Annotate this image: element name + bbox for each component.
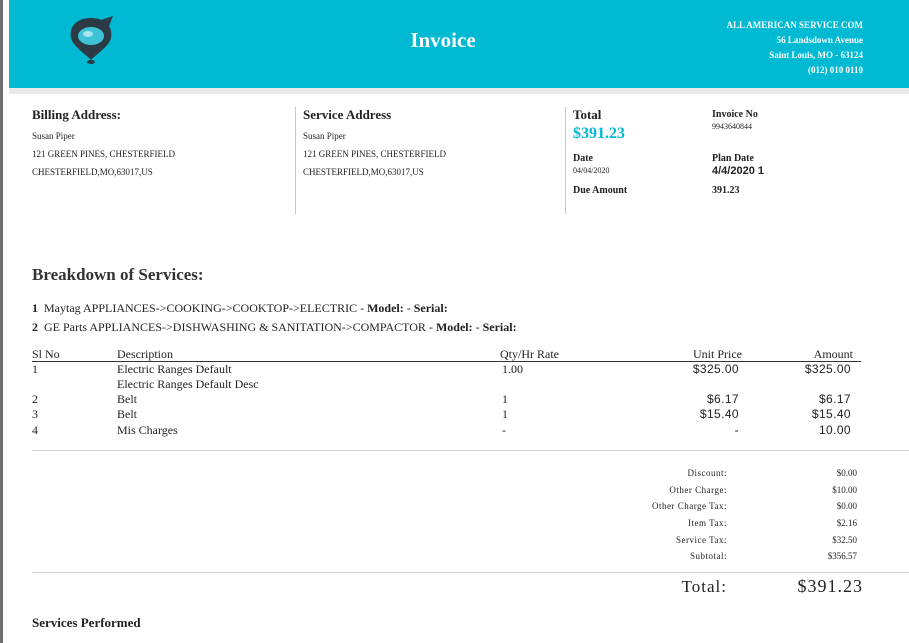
cell-sl-no: 2	[32, 392, 38, 406]
window-left-border	[0, 0, 3, 643]
grand-total-label: Total:	[681, 577, 727, 596]
other-charge-tax-value: $0.00	[836, 501, 857, 511]
total-amount: $391.23	[573, 125, 625, 142]
company-phone: (012) 010 0110	[808, 65, 863, 75]
serial-label: Serial:	[482, 320, 517, 334]
cell-unit-price: $325.00	[692, 362, 739, 376]
date-value: 04/04/2020	[573, 166, 610, 175]
column-divider	[295, 107, 296, 214]
col-header-sl-no: Sl No	[32, 347, 60, 361]
billing-address-label: Billing Address:	[32, 107, 121, 122]
table-bottom-rule	[32, 450, 909, 451]
cell-unit-price: $15.40	[699, 407, 739, 421]
company-name: ALL AMERICAN SERVICE COM	[726, 20, 863, 30]
cell-description: Mis Charges	[117, 423, 178, 437]
col-header-amount: Amount	[813, 347, 853, 361]
col-header-description: Description	[117, 347, 173, 361]
cell-qty: -	[502, 423, 506, 437]
invoice-no-label: Invoice No	[712, 109, 758, 120]
total-label: Total	[573, 107, 602, 122]
cell-sl-no: 4	[32, 423, 38, 437]
billing-name: Susan Piper	[32, 131, 75, 141]
service-line2: CHESTERFIELD,MO,63017,US	[303, 167, 424, 177]
services-performed-title: Services Performed	[32, 615, 141, 630]
totals-rule	[32, 572, 909, 573]
service-line: 1 Maytag APPLIANCES->COOKING->COOKTOP->E…	[32, 301, 448, 316]
service-address-label: Service Address	[303, 107, 392, 122]
cell-description: Belt	[117, 407, 137, 421]
service-tax-value: $32.50	[832, 535, 857, 545]
company-info: ALL AMERICAN SERVICE COM 56 Landsdown Av…	[727, 18, 863, 78]
col-header-unit-price: Unit Price	[693, 347, 742, 361]
discount-label: Discount:	[687, 468, 727, 478]
cell-description: Belt	[117, 392, 137, 406]
service-separator: -	[472, 320, 483, 334]
billing-line1: 121 GREEN PINES, CHESTERFIELD	[32, 149, 176, 159]
serial-label: Serial:	[413, 301, 448, 315]
due-amount-label: Due Amount	[573, 185, 628, 196]
subtotal-value: $356.57	[827, 551, 857, 561]
service-number: 1	[32, 301, 38, 315]
column-divider	[565, 107, 566, 214]
service-text: Maytag APPLIANCES->COOKING->COOKTOP->ELE…	[44, 301, 368, 315]
model-label: Model:	[435, 320, 473, 334]
cell-sl-no: 3	[32, 407, 38, 421]
service-line: 2 GE Parts APPLIANCES->DISHWASHING & SAN…	[32, 320, 517, 335]
service-text: GE Parts APPLIANCES->DISHWASHING & SANIT…	[44, 320, 436, 334]
cell-description: Electric Ranges Default Desc	[117, 377, 259, 391]
col-header-qty: Qty/Hr Rate	[500, 347, 559, 361]
plan-date-value: 4/4/2020 1	[712, 165, 764, 177]
company-street: 56 Landsdown Avenue	[776, 35, 863, 45]
cell-sl-no: 1	[32, 362, 38, 376]
invoice-header: Invoice ALL AMERICAN SERVICE COM 56 Land…	[9, 0, 909, 88]
item-tax-value: $2.16	[836, 518, 857, 528]
plan-date-label: Plan Date	[712, 153, 754, 164]
grand-total-value: $391.23	[797, 576, 863, 596]
breakdown-title: Breakdown of Services:	[32, 265, 204, 284]
header-divider	[9, 88, 909, 94]
discount-value: $0.00	[836, 468, 857, 478]
other-charge-label: Other Charge:	[669, 485, 727, 495]
cell-qty: 1	[502, 407, 508, 421]
model-label: Model:	[367, 301, 404, 315]
cell-amount: $6.17	[818, 392, 851, 406]
service-tax-label: Service Tax:	[676, 535, 727, 545]
item-tax-label: Item Tax:	[688, 518, 727, 528]
date-label: Date	[573, 153, 593, 164]
cell-unit-price: $6.17	[706, 392, 739, 406]
cell-qty: 1	[502, 392, 508, 406]
service-number: 2	[32, 320, 38, 334]
cell-unit-price: -	[734, 423, 739, 437]
service-name: Susan Piper	[303, 131, 346, 141]
subtotal-label: Subtotal:	[689, 551, 727, 561]
other-charge-tax-label: Other Charge Tax:	[651, 501, 727, 511]
other-charge-value: $10.00	[832, 485, 857, 495]
company-city: Saint Louis, MO - 63124	[769, 50, 863, 60]
cell-description: Electric Ranges Default	[117, 362, 232, 376]
cell-amount: $15.40	[811, 407, 851, 421]
service-line1: 121 GREEN PINES, CHESTERFIELD	[303, 149, 447, 159]
cell-amount: $325.00	[804, 362, 851, 376]
service-separator: -	[403, 301, 414, 315]
cell-qty: 1.00	[502, 362, 523, 376]
billing-line2: CHESTERFIELD,MO,63017,US	[32, 167, 153, 177]
cell-amount: 10.00	[818, 423, 851, 437]
due-amount-value: 391.23	[712, 185, 740, 196]
invoice-no-value: 9943640844	[712, 122, 752, 131]
